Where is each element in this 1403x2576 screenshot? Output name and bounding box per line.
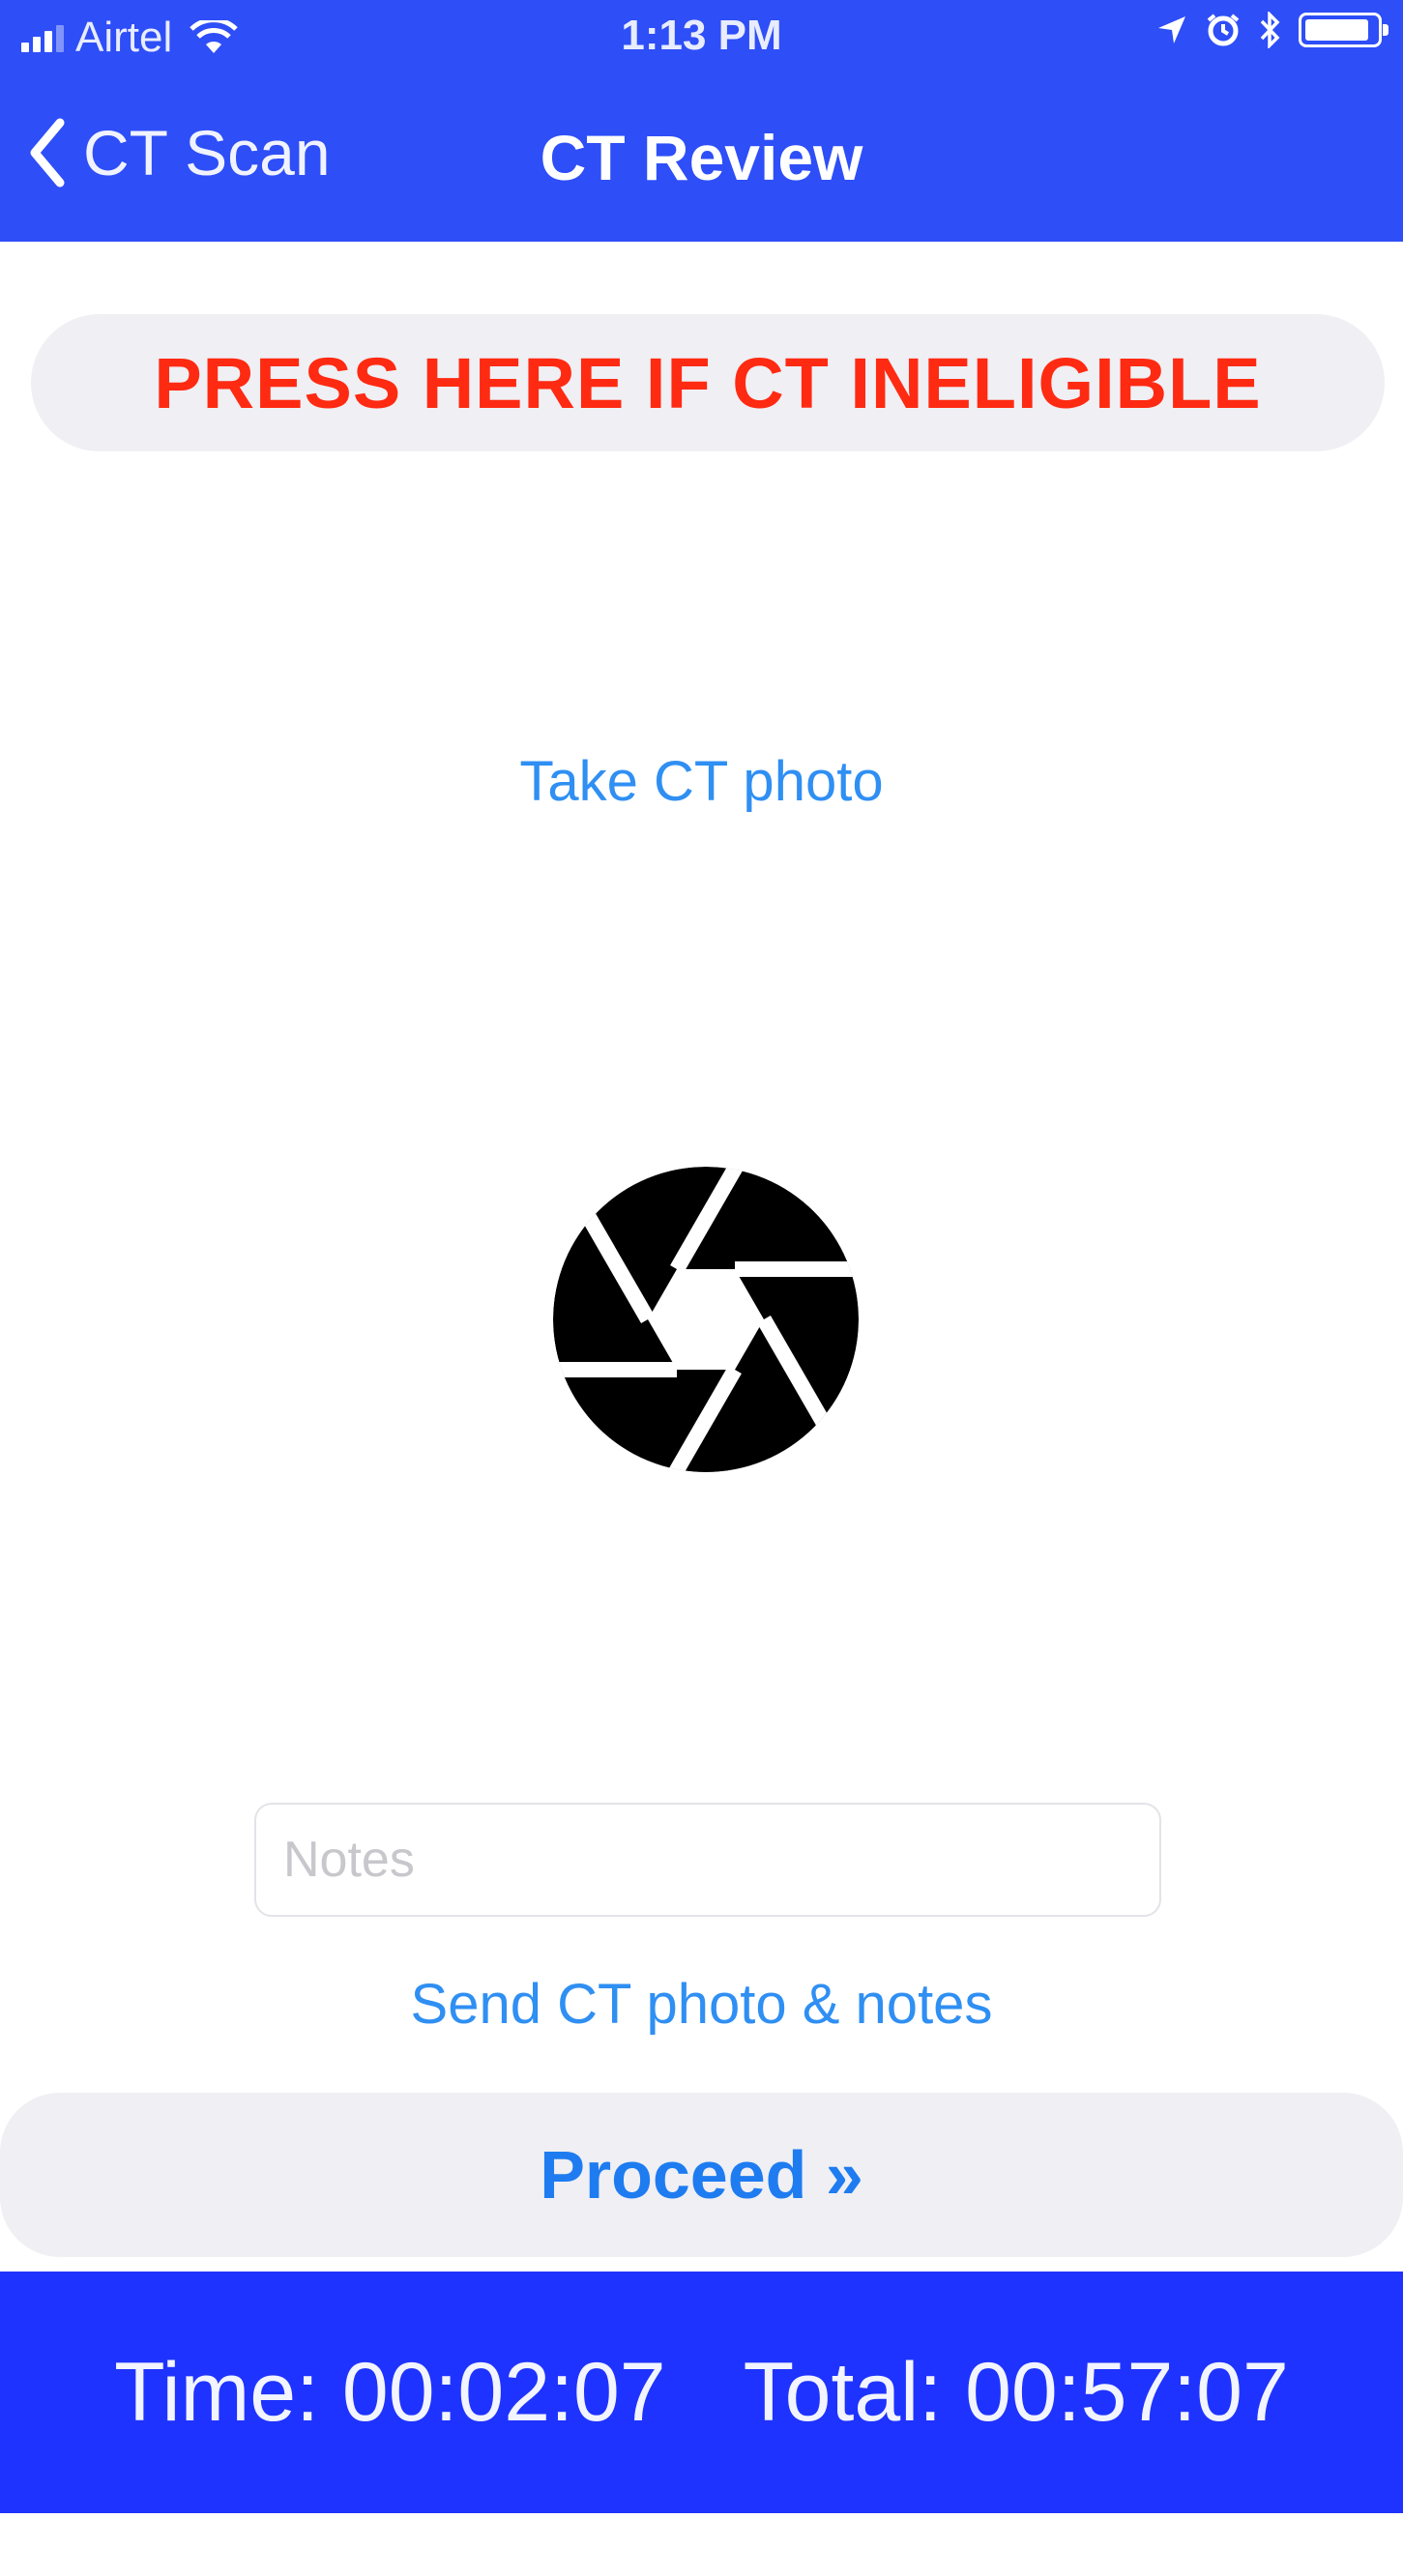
alarm-icon (1207, 14, 1240, 46)
status-bar: Airtel 1:13 PM (0, 0, 1403, 77)
send-photo-notes-button[interactable]: Send CT photo & notes (0, 1972, 1403, 2037)
total-time: Total: 00:57:07 (743, 2345, 1289, 2439)
page-title: CT Review (540, 122, 863, 193)
navigation-bar: CT Scan CT Review (0, 92, 1403, 227)
timer-bar: Time: 00:02:07 Total: 00:57:07 (0, 2272, 1403, 2513)
notes-input[interactable] (254, 1803, 1161, 1917)
ct-ineligible-label: PRESS HERE IF CT INELIGIBLE (154, 342, 1262, 423)
bluetooth-icon (1260, 12, 1280, 48)
ct-ineligible-button[interactable]: PRESS HERE IF CT INELIGIBLE (31, 314, 1385, 451)
proceed-button[interactable]: Proceed » (0, 2093, 1403, 2257)
elapsed-time: Time: 00:02:07 (114, 2345, 666, 2439)
take-ct-photo-button[interactable]: Take CT photo (0, 749, 1403, 814)
proceed-label: Proceed » (540, 2137, 863, 2213)
location-icon (1158, 16, 1185, 43)
status-right (1155, 12, 1388, 48)
camera-shutter-icon[interactable] (551, 1165, 861, 1474)
battery-icon (1299, 13, 1388, 47)
battery-fill (1305, 19, 1368, 41)
